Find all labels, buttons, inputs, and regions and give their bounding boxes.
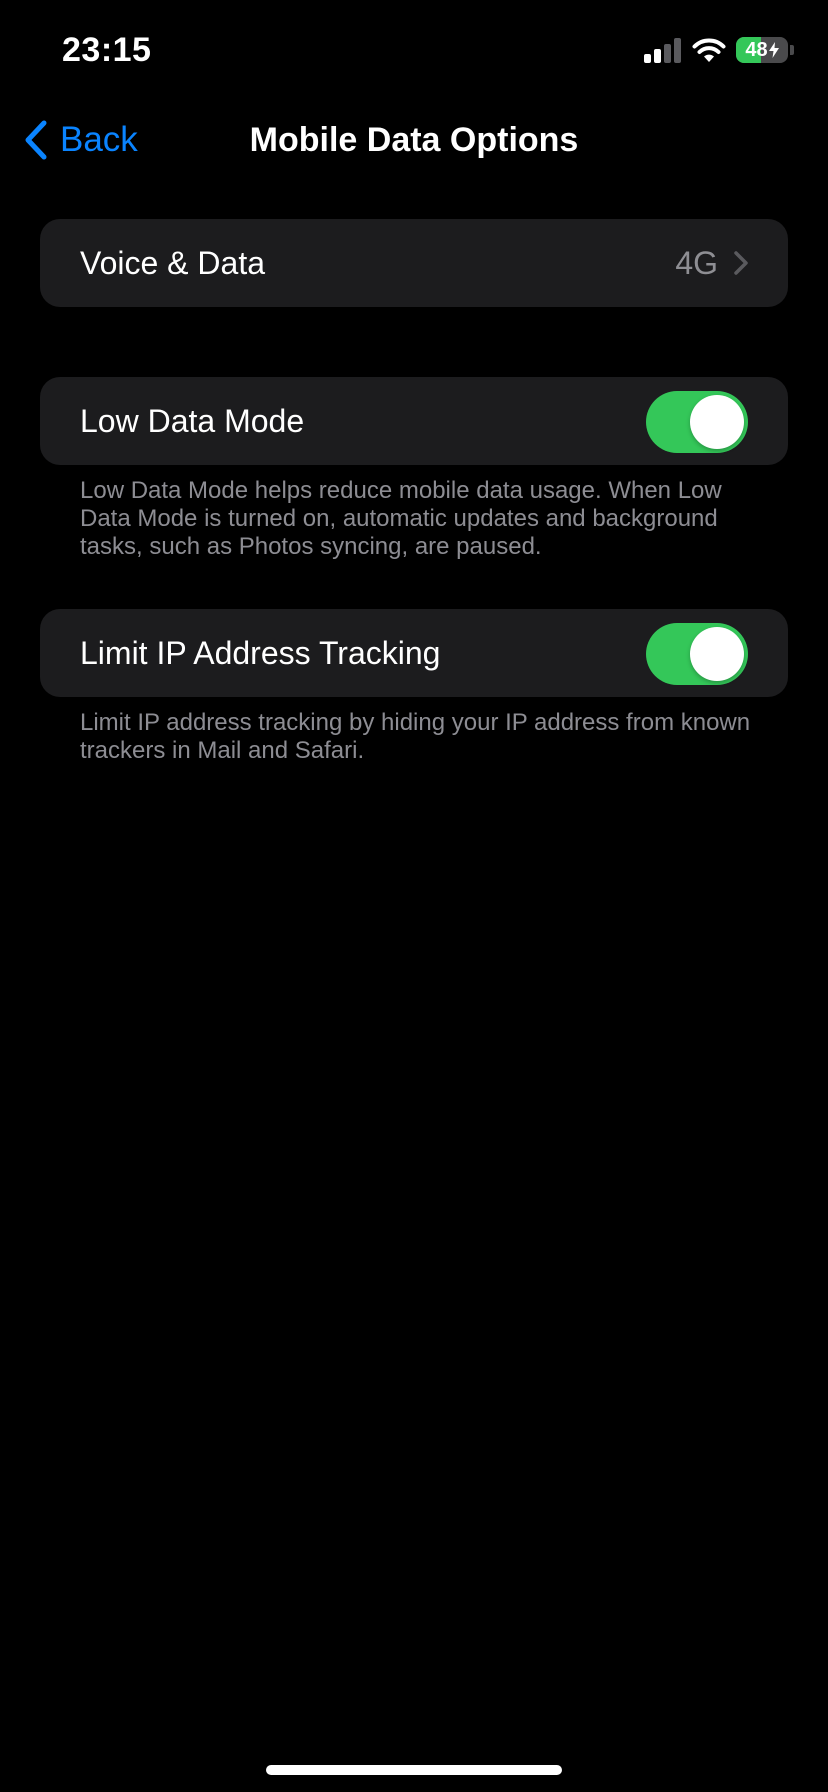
status-time: 23:15 bbox=[62, 31, 152, 69]
cellular-signal-icon bbox=[644, 38, 681, 63]
limit-ip-tracking-row: Limit IP Address Tracking bbox=[40, 609, 788, 697]
low-data-mode-toggle[interactable] bbox=[646, 391, 748, 453]
limit-ip-tracking-toggle[interactable] bbox=[646, 623, 748, 685]
limit-ip-tracking-footer: Limit IP address tracking by hiding your… bbox=[80, 709, 751, 764]
bolt-icon bbox=[768, 42, 779, 58]
battery-cap bbox=[790, 45, 794, 55]
toggle-knob bbox=[690, 395, 744, 449]
voice-data-value: 4G bbox=[675, 244, 718, 281]
home-indicator[interactable] bbox=[266, 1765, 562, 1775]
chevron-right-icon bbox=[734, 251, 748, 275]
page-title: Mobile Data Options bbox=[249, 121, 579, 159]
voice-data-label: Voice & Data bbox=[80, 244, 265, 281]
low-data-mode-footer: Low Data Mode helps reduce mobile data u… bbox=[80, 477, 722, 560]
wifi-icon bbox=[692, 38, 726, 62]
low-data-mode-row: Low Data Mode bbox=[40, 377, 788, 465]
battery-icon: 48 bbox=[736, 37, 788, 63]
status-icons: 48 bbox=[642, 36, 794, 64]
battery-percent: 48 bbox=[745, 38, 768, 61]
toggle-knob bbox=[690, 627, 744, 681]
voice-data-row[interactable]: Voice & Data 4G bbox=[40, 219, 788, 307]
